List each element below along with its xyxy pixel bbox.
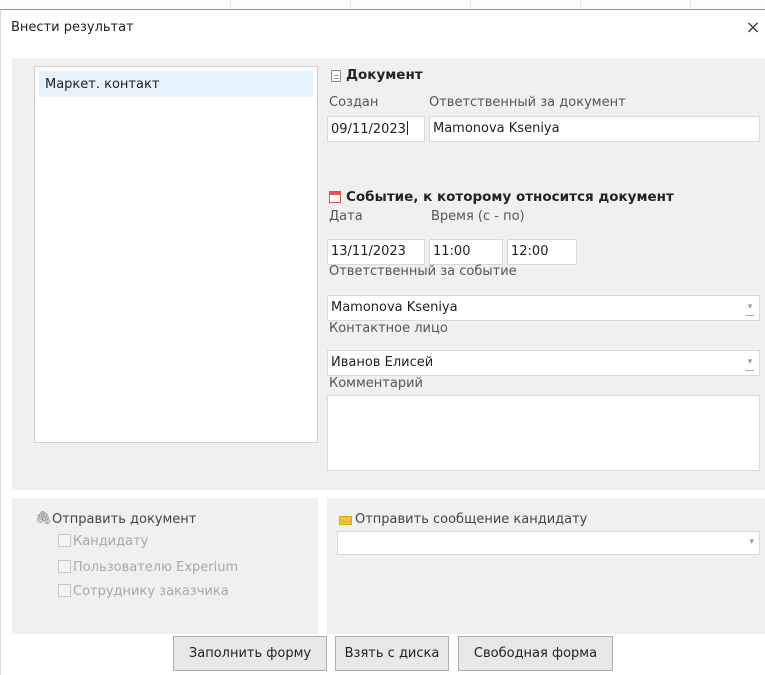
- time-from-field[interactable]: 11:00: [429, 239, 503, 265]
- paperclip-icon: 🖇: [35, 511, 52, 526]
- event-time-label: Время (с - по): [431, 209, 525, 224]
- dropdown-arrow-icon[interactable]: ▾: [749, 536, 754, 548]
- calendar-icon: [329, 191, 341, 203]
- close-button[interactable]: ×: [741, 16, 765, 40]
- text-caret: [406, 121, 408, 135]
- contact-person-select[interactable]: Иванов Елисей ▾: [327, 350, 760, 376]
- result-type-list[interactable]: Маркет. контакт: [34, 66, 318, 443]
- event-section-title: Событие, к которому относится документ: [346, 189, 674, 205]
- event-responsible-select[interactable]: Mamonova Kseniya ▾: [327, 295, 760, 321]
- contact-person-label: Контактное лицо: [329, 321, 448, 336]
- enter-result-dialog: Внести результат × Маркет. контакт Докум…: [0, 9, 765, 675]
- event-date-field[interactable]: 13/11/2023: [327, 239, 425, 265]
- time-to-field[interactable]: 12:00: [507, 239, 577, 265]
- free-form-button[interactable]: Свободная форма: [458, 636, 613, 671]
- created-date-field[interactable]: 09/11/2023: [327, 116, 425, 142]
- event-date-label: Дата: [329, 209, 363, 224]
- document-section-title: Документ: [346, 67, 423, 83]
- dialog-titlebar: Внести результат ×: [1, 10, 765, 48]
- list-item[interactable]: Маркет. контакт: [39, 71, 313, 97]
- dropdown-arrow-icon[interactable]: ▾: [746, 356, 754, 371]
- send-to-experium-user-option[interactable]: Пользователю Experium: [58, 560, 238, 575]
- document-icon: [331, 70, 341, 82]
- send-message-label: Отправить сообщение кандидату: [355, 512, 588, 527]
- send-document-label: Отправить документ: [52, 512, 197, 527]
- event-responsible-label: Ответственный за событие: [329, 264, 517, 279]
- client-employee-checkbox[interactable]: [58, 584, 71, 597]
- dialog-title: Внести результат: [11, 20, 134, 35]
- envelope-icon: [339, 516, 352, 525]
- experium-user-checkbox[interactable]: [58, 560, 71, 573]
- comment-label: Комментарий: [329, 376, 423, 391]
- comment-textarea[interactable]: [327, 395, 760, 471]
- send-to-client-employee-option[interactable]: Сотруднику заказчика: [58, 584, 229, 599]
- document-responsible-label: Ответственный за документ: [429, 95, 626, 110]
- message-template-select[interactable]: ▾: [337, 531, 760, 555]
- fill-form-button[interactable]: Заполнить форму: [173, 636, 327, 671]
- take-from-disk-button[interactable]: Взять с диска: [335, 636, 449, 671]
- created-label: Создан: [329, 95, 379, 110]
- dropdown-arrow-icon[interactable]: ▾: [746, 301, 754, 316]
- send-to-candidate-option[interactable]: Кандидату: [58, 534, 148, 549]
- document-responsible-field[interactable]: Mamonova Kseniya: [429, 116, 760, 142]
- candidate-checkbox[interactable]: [58, 534, 71, 547]
